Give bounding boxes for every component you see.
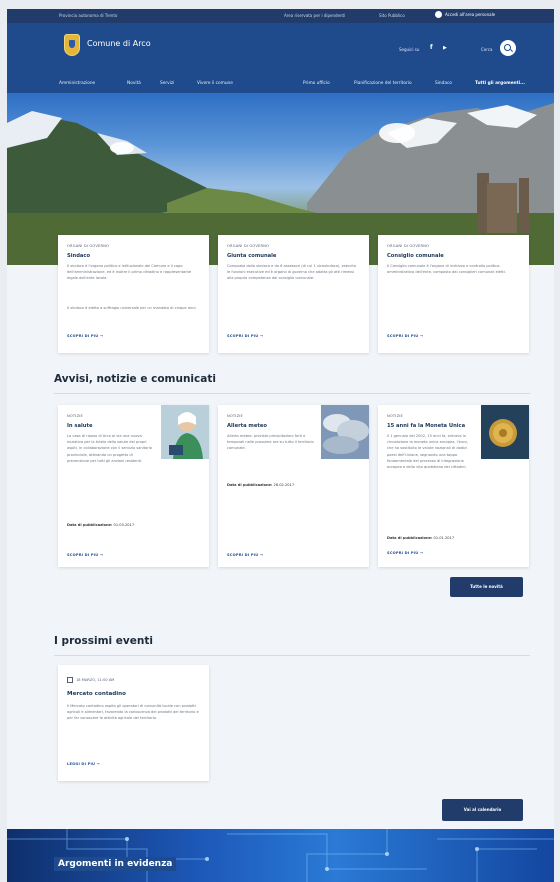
news-card-2[interactable]: Notizie Allerta meteo Allerta meteo: pre… <box>218 405 369 567</box>
featured-card-consiglio[interactable]: Organi di governo Consiglio comunale Il … <box>378 235 529 353</box>
person-photo-image <box>161 405 209 459</box>
card-title[interactable]: Sindaco <box>67 253 90 259</box>
nav-item-servizi[interactable]: Servizi <box>160 81 174 86</box>
all-topics-link[interactable]: Tutti gli argomenti... <box>475 81 525 86</box>
news-thumbnail-1 <box>161 405 209 459</box>
calendar-button[interactable]: Vai al calendario <box>442 799 523 821</box>
news-text: Allerta meteo: previste precipitazioni f… <box>227 434 314 451</box>
featured-card-giunta[interactable]: Organi di governo Giunta comunale Compos… <box>218 235 369 353</box>
topics-band: Argomenti in evidenza <box>7 829 554 882</box>
page-frame: Provincia autonoma di Trento Area riserv… <box>7 9 554 882</box>
pub-label: Data di pubblicazione: <box>67 523 113 527</box>
news-category: Notizie <box>387 414 403 418</box>
news-title[interactable]: In salute <box>67 423 93 429</box>
news-card-1[interactable]: Notizie In salute La casa di riposo di A… <box>58 405 209 567</box>
search-label: Cerca <box>481 47 493 52</box>
section-divider <box>54 655 530 656</box>
site-name[interactable]: Comune di Arco <box>87 39 151 48</box>
event-text: Il Mercato contadino ospita gli operator… <box>67 704 199 721</box>
main-nav: Amministrazione Novità Servizi Vivere il… <box>7 75 554 93</box>
news-thumbnail-2 <box>321 405 369 459</box>
public-site-link[interactable]: Sito Pubblico <box>379 13 405 18</box>
card-more-link[interactable]: SCOPRI DI PIÙ → <box>67 334 103 338</box>
all-news-button[interactable]: Tutte le novità <box>450 577 523 597</box>
card-category: Organi di governo <box>387 244 430 248</box>
user-icon <box>435 10 442 18</box>
card-category: Organi di governo <box>227 244 270 248</box>
brand-header: Comune di Arco Seguici su f ▶ Cerca <box>7 23 554 75</box>
news-more-link[interactable]: SCOPRI DI PIÙ → <box>387 551 423 555</box>
topics-title: Argomenti in evidenza <box>54 857 177 871</box>
pub-date: 28.02.2017 <box>273 483 295 487</box>
follow-label: Seguici su <box>399 47 420 52</box>
calendar-icon <box>67 677 73 683</box>
events-section-title: I prossimi eventi <box>54 635 153 647</box>
news-more-link[interactable]: SCOPRI DI PIÙ → <box>227 553 263 557</box>
top-bar: Provincia autonoma di Trento Area riserv… <box>7 9 554 23</box>
card-title[interactable]: Giunta comunale <box>227 253 276 259</box>
news-pub-date: Data di pubblicazione: 28.02.2017 <box>227 483 294 487</box>
nav-item-amministrazione[interactable]: Amministrazione <box>59 81 95 86</box>
event-more-link[interactable]: LEGGI DI PIÙ → <box>67 762 100 766</box>
card-text-2: Il sindaco è eletto a suffragio universa… <box>67 306 197 310</box>
storm-clouds-image <box>321 405 369 459</box>
news-text: Il 1 gennaio del 2002, 15 anni fa, entra… <box>387 434 468 470</box>
card-category: Organi di governo <box>67 244 110 248</box>
pub-label: Data di pubblicazione: <box>387 536 433 540</box>
news-pub-date: Data di pubblicazione: 01.03.2017 <box>67 523 134 527</box>
card-text: Il Consiglio comunale è l'organo di indi… <box>387 264 506 275</box>
card-more-link[interactable]: SCOPRI DI PIÙ → <box>387 334 423 338</box>
pub-date: 01.03.2017 <box>113 523 135 527</box>
news-more-link[interactable]: SCOPRI DI PIÙ → <box>67 553 103 557</box>
pub-date: 01.01.2017 <box>433 536 455 540</box>
admin-area-link[interactable]: Area riservata per i dipendenti <box>284 13 345 18</box>
featured-card-sindaco[interactable]: Organi di governo Sindaco Il sindaco è l… <box>58 235 209 353</box>
event-date-text: 18 MARZO, 11:00 AM <box>76 678 115 682</box>
event-card[interactable]: 18 MARZO, 11:00 AM Mercato contadino Il … <box>58 665 209 781</box>
pub-label: Data di pubblicazione: <box>227 483 273 487</box>
news-card-3[interactable]: Notizie 15 anni fa la Moneta Unica Il 1 … <box>378 405 529 567</box>
section-divider <box>54 393 530 394</box>
card-text: Composta dalla sindaca e da 6 assessori … <box>227 264 356 281</box>
coin-photo-image <box>481 405 529 459</box>
card-text: Il sindaco è l'organo politico e istituz… <box>67 264 192 281</box>
region-link[interactable]: Provincia autonoma di Trento <box>59 13 117 18</box>
event-date: 18 MARZO, 11:00 AM <box>67 677 114 683</box>
nav-right-item-1[interactable]: Primo ufficio <box>303 81 330 86</box>
nav-right-item-2[interactable]: Pianificazione del territorio <box>354 81 412 86</box>
news-text: La casa di riposo di Arco al via una nuo… <box>67 434 152 463</box>
search-button[interactable] <box>500 40 516 56</box>
nav-item-novita[interactable]: Novità <box>127 81 141 86</box>
news-category: Notizie <box>67 414 83 418</box>
facebook-icon[interactable]: f <box>430 44 433 51</box>
login-label: Accedi all'area personale <box>445 12 496 17</box>
youtube-icon[interactable]: ▶ <box>443 45 447 51</box>
news-section-title: Avvisi, notizie e comunicati <box>54 373 216 385</box>
nav-right-item-3[interactable]: Sindaco <box>435 81 452 86</box>
news-pub-date: Data di pubblicazione: 01.01.2017 <box>387 536 454 540</box>
news-title[interactable]: 15 anni fa la Moneta Unica <box>387 423 465 429</box>
news-title[interactable]: Allerta meteo <box>227 423 267 429</box>
nav-item-vivere[interactable]: Vivere il comune <box>197 81 233 86</box>
card-title[interactable]: Consiglio comunale <box>387 253 444 259</box>
event-title[interactable]: Mercato contadino <box>67 691 126 697</box>
card-more-link[interactable]: SCOPRI DI PIÙ → <box>227 334 263 338</box>
personal-area-login[interactable]: Accedi all'area personale <box>435 10 496 18</box>
news-category: Notizie <box>227 414 243 418</box>
coat-of-arms-icon[interactable] <box>64 34 80 56</box>
circuit-background-image <box>7 829 554 882</box>
news-thumbnail-3 <box>481 405 529 459</box>
